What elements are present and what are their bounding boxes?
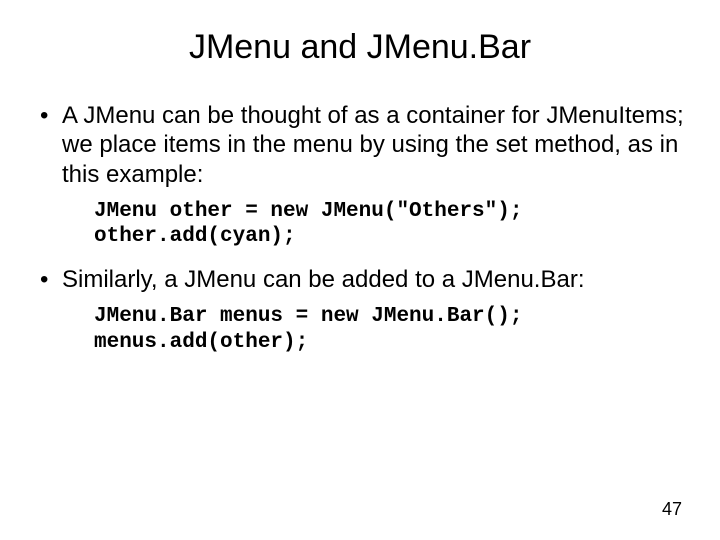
page-number: 47 <box>662 499 682 520</box>
code-block: JMenu.Bar menus = new JMenu.Bar(); menus… <box>94 304 684 354</box>
slide: JMenu and JMenu.Bar A JMenu can be thoug… <box>0 0 720 540</box>
bullet-text: Similarly, a JMenu can be added to a JMe… <box>62 266 585 293</box>
bullet-list: Similarly, a JMenu can be added to a JMe… <box>36 265 684 294</box>
slide-title: JMenu and JMenu.Bar <box>36 28 684 67</box>
code-block: JMenu other = new JMenu("Others"); other… <box>94 199 684 249</box>
bullet-text: A JMenu can be thought of as a container… <box>62 102 684 188</box>
bullet-item: Similarly, a JMenu can be added to a JMe… <box>36 265 684 294</box>
bullet-list: A JMenu can be thought of as a container… <box>36 101 684 189</box>
bullet-item: A JMenu can be thought of as a container… <box>36 101 684 189</box>
